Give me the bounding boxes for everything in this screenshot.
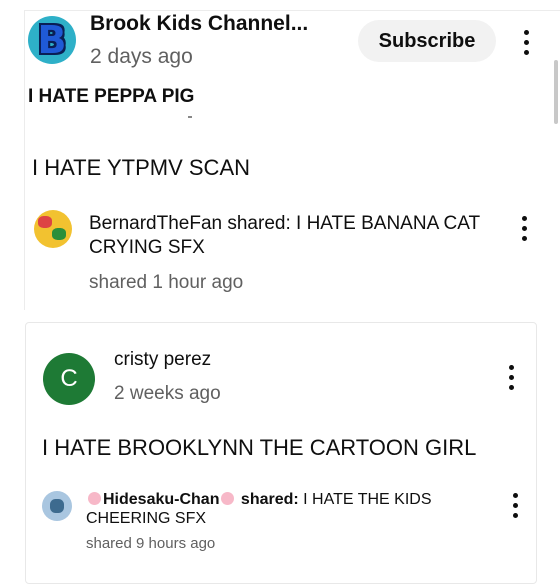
post-title: I HATE PEPPA PIG: [28, 86, 195, 107]
share-more-options-icon[interactable]: [520, 216, 528, 241]
scrollbar[interactable]: [554, 60, 558, 124]
post-timestamp: 2 days ago: [90, 45, 193, 68]
share2-message: Hidesaku-Chan shared: I HATE THE KIDS CH…: [86, 490, 486, 528]
comment-timestamp: 2 weeks ago: [114, 383, 221, 404]
share-user-name[interactable]: BernardTheFan shared:: [89, 213, 291, 234]
share-user-avatar[interactable]: [34, 210, 72, 248]
hidden-text-fragment: [188, 116, 192, 118]
share-message: BernardTheFan shared: I HATE BANANA CAT …: [89, 212, 489, 260]
channel-logo-letter: B: [37, 18, 67, 62]
comment-author-name[interactable]: cristy perez: [114, 349, 211, 371]
flower-icon: [221, 492, 235, 505]
channel-avatar[interactable]: B: [28, 16, 76, 64]
subscribe-button[interactable]: Subscribe: [358, 20, 496, 62]
share2-shared-label: shared:: [236, 491, 299, 508]
comment-more-options-icon[interactable]: [507, 365, 515, 390]
share2-more-options-icon[interactable]: [511, 493, 519, 518]
post-left-border: [24, 10, 25, 310]
channel-name[interactable]: Brook Kids Channel...: [90, 12, 308, 36]
flower-icon: [88, 492, 101, 505]
comment-author-avatar[interactable]: C: [43, 353, 95, 405]
post-top-border: [24, 10, 560, 11]
share2-timestamp: shared 9 hours ago: [86, 535, 216, 552]
post-body: I HATE YTPMV SCAN: [32, 155, 251, 180]
comment-body: I HATE BROOKLYNN THE CARTOON GIRL: [42, 435, 477, 460]
share2-user-name[interactable]: Hidesaku-Chan: [103, 491, 219, 508]
share-timestamp: shared 1 hour ago: [89, 272, 244, 293]
post-more-options-icon[interactable]: [522, 30, 530, 55]
share2-user-avatar[interactable]: [42, 491, 72, 521]
